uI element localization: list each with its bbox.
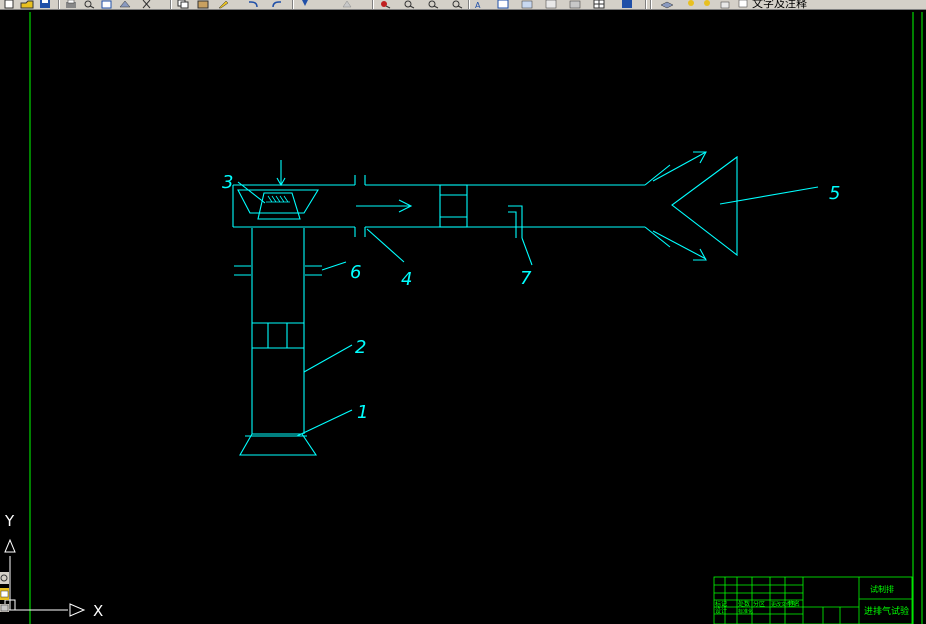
leader-2 bbox=[303, 344, 353, 373]
drawing-canvas[interactable]: 1 2 3 4 5 6 7 Y X 标记 处数 分区 更改文件号 设计 标准化 … bbox=[0, 10, 926, 624]
upper-exhaust-arrow-shaft bbox=[652, 151, 707, 182]
leader-4 bbox=[366, 228, 405, 263]
side-tool-layer[interactable] bbox=[0, 588, 9, 600]
label-5: 5 bbox=[829, 183, 840, 204]
diffuser-lower-wall bbox=[644, 226, 671, 248]
fan-hatch bbox=[266, 195, 290, 203]
sheet-set-icon[interactable] bbox=[568, 0, 582, 9]
zoom-out-icon[interactable] bbox=[450, 0, 464, 9]
drawing-frame bbox=[29, 12, 923, 624]
layer-on-icon[interactable] bbox=[684, 0, 698, 8]
open-file-icon[interactable] bbox=[20, 0, 34, 9]
lower-exhaust-arrow-shaft bbox=[652, 230, 707, 260]
ucs-labels: Y X bbox=[4, 512, 103, 620]
part-labels: 1 2 3 4 5 6 7 bbox=[222, 172, 840, 423]
probe-inner bbox=[508, 211, 517, 238]
title-zone: 分区 bbox=[753, 600, 765, 608]
ucs-y-arrow bbox=[4, 538, 16, 553]
tool-palettes-icon[interactable] bbox=[544, 0, 558, 9]
standard-toolbar: A 文字及注释 bbox=[0, 0, 926, 10]
intake-exhaust-schematic bbox=[232, 151, 819, 456]
duct-section-box bbox=[439, 184, 468, 228]
ucs-icon bbox=[4, 538, 86, 617]
zoom-previous-icon[interactable] bbox=[402, 0, 416, 9]
ucs-x-arrow bbox=[69, 603, 86, 617]
toolbar-separator bbox=[58, 0, 60, 9]
base-trapezoid bbox=[239, 433, 318, 456]
title-designer: 设计 bbox=[715, 607, 727, 615]
leader-5 bbox=[719, 186, 819, 205]
undo-icon[interactable] bbox=[246, 0, 260, 8]
label-1: 1 bbox=[357, 402, 368, 423]
layer-manager-icon[interactable] bbox=[660, 0, 674, 9]
diffuser-upper-wall bbox=[644, 164, 671, 186]
title-block-text: 标记 处数 分区 更改文件号 设计 标准化 签名 试制排 进排气试验 bbox=[715, 584, 909, 617]
toolbar-separator bbox=[170, 0, 172, 9]
calculator-icon[interactable] bbox=[592, 0, 606, 9]
fan-housing bbox=[257, 192, 301, 220]
title-signature: 签名 bbox=[788, 600, 800, 608]
3d-dwf-icon[interactable] bbox=[118, 0, 132, 8]
title-project: 试制排 bbox=[870, 584, 894, 594]
drawing-svg: 1 2 3 4 5 6 7 Y X 标记 处数 分区 更改文件号 设计 标准化 … bbox=[4, 12, 923, 624]
side-tool-snap[interactable] bbox=[0, 604, 9, 612]
label-4: 4 bbox=[401, 269, 412, 290]
cut-icon[interactable] bbox=[140, 0, 154, 9]
toolbar-separator bbox=[292, 0, 294, 9]
leader-1 bbox=[296, 409, 353, 437]
layer-freeze-icon[interactable] bbox=[700, 0, 714, 8]
publish-icon[interactable] bbox=[100, 0, 114, 9]
layer-color-icon[interactable] bbox=[736, 0, 750, 8]
toolbar-separator bbox=[650, 0, 652, 9]
plot-preview-icon[interactable] bbox=[82, 0, 96, 9]
zoom-in-icon[interactable] bbox=[426, 0, 440, 9]
side-tool-gear[interactable] bbox=[0, 572, 9, 584]
new-file-icon[interactable] bbox=[2, 0, 16, 9]
design-center-icon[interactable] bbox=[520, 0, 534, 9]
layer-lock-icon[interactable] bbox=[718, 0, 732, 9]
label-2: 2 bbox=[355, 337, 366, 358]
save-icon[interactable] bbox=[38, 0, 52, 8]
toolbar-separator bbox=[645, 0, 647, 9]
title-drawing-name: 进排气试验 bbox=[864, 605, 909, 617]
title-count: 处数 bbox=[738, 600, 750, 608]
paste-icon[interactable] bbox=[196, 0, 210, 9]
title-mark: 标记 bbox=[715, 600, 727, 608]
text-style-icon[interactable]: A bbox=[474, 0, 488, 9]
label-6: 6 bbox=[350, 262, 361, 283]
properties-icon[interactable] bbox=[496, 0, 510, 9]
label-3: 3 bbox=[222, 172, 233, 193]
zoom-realtime-icon[interactable] bbox=[340, 0, 354, 8]
leader-6 bbox=[321, 261, 347, 271]
zoom-window-icon[interactable] bbox=[378, 0, 392, 9]
toolbar-separator bbox=[372, 0, 374, 9]
match-properties-icon[interactable] bbox=[216, 0, 230, 9]
copy-icon[interactable] bbox=[176, 0, 190, 9]
ucs-x-label: X bbox=[93, 602, 103, 620]
cone-triangle bbox=[671, 155, 738, 257]
current-layer-name[interactable]: 文字及注释 bbox=[752, 0, 807, 9]
leader-7 bbox=[521, 237, 533, 266]
probe-outer bbox=[508, 205, 523, 238]
label-7: 7 bbox=[520, 268, 532, 289]
help-icon[interactable] bbox=[620, 0, 634, 8]
svg-text:A: A bbox=[475, 1, 481, 9]
print-icon[interactable] bbox=[64, 0, 78, 8]
toolbar-separator bbox=[468, 0, 470, 9]
ucs-y-label: Y bbox=[4, 512, 15, 530]
title-standardization: 标准化 bbox=[738, 608, 753, 615]
redo-icon[interactable] bbox=[270, 0, 284, 8]
pan-icon[interactable] bbox=[298, 0, 312, 8]
